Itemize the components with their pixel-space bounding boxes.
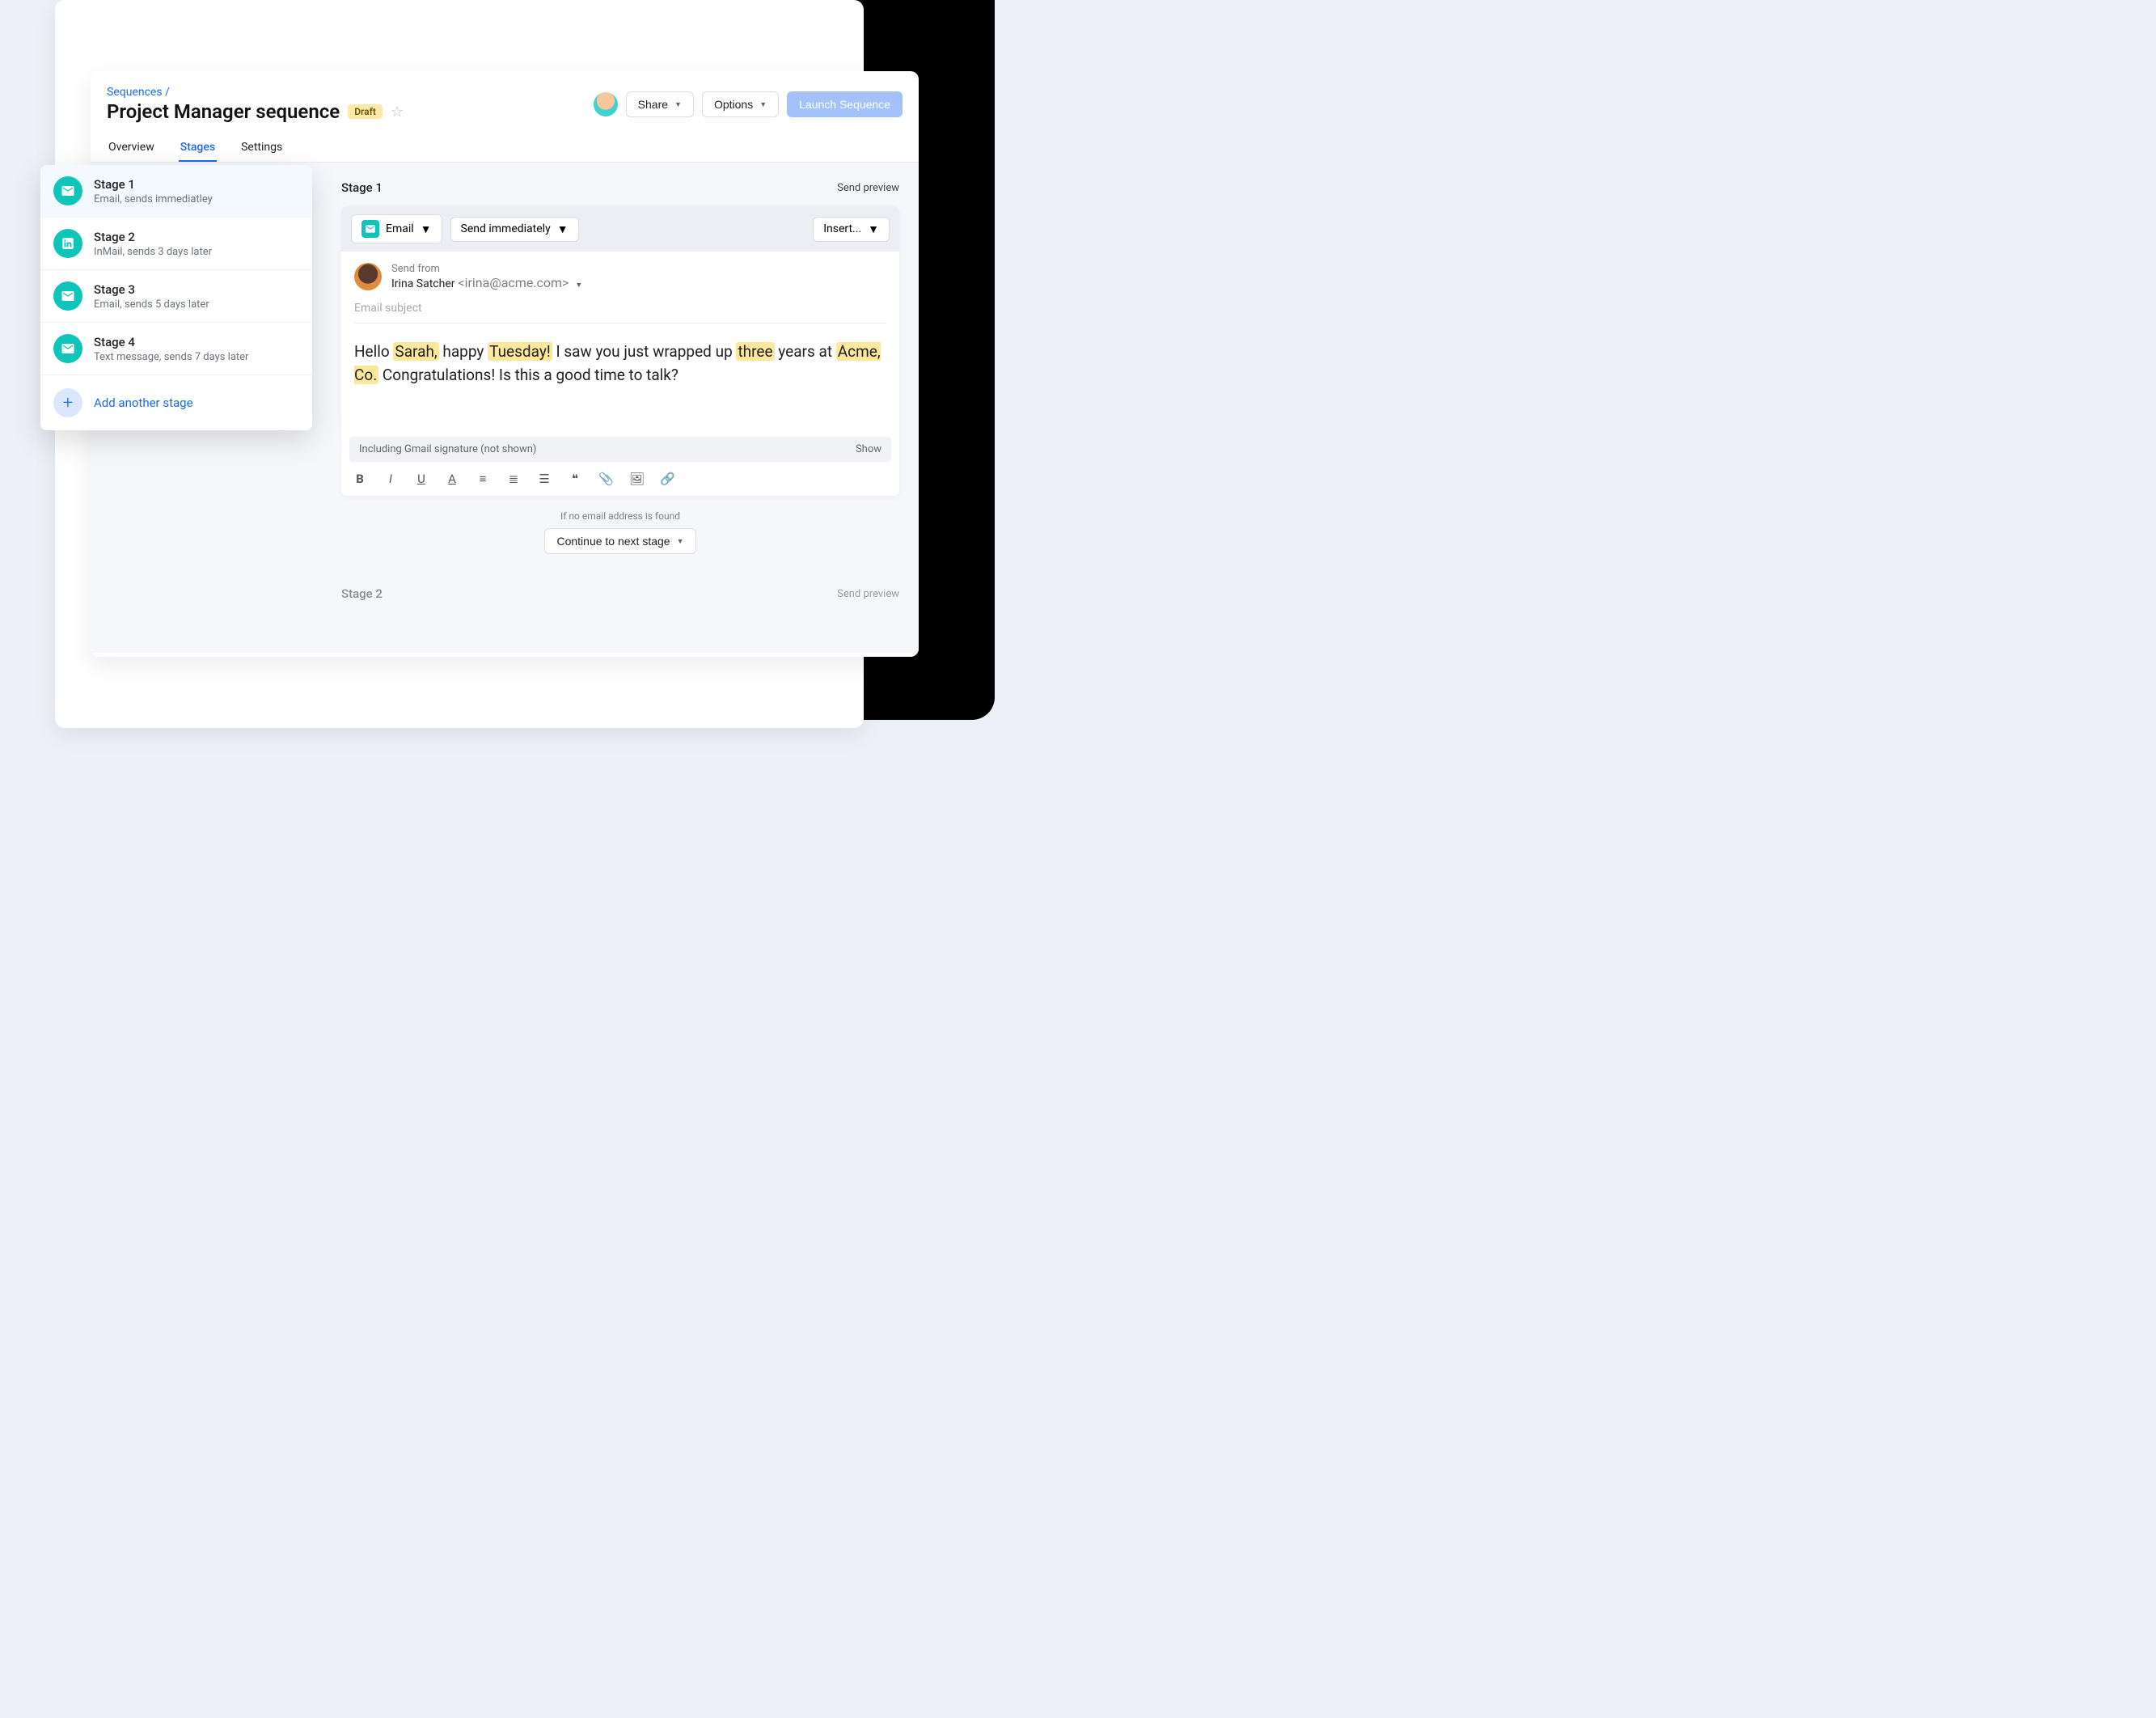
sender-email: <irina@acme.com> — [458, 275, 569, 290]
share-button[interactable]: Share▼ — [626, 91, 694, 117]
signature-row: Including Gmail signature (not shown) Sh… — [349, 437, 891, 462]
plus-icon: + — [53, 388, 82, 417]
stage-list-item[interactable]: Stage 4 Text message, sends 7 days later — [40, 323, 312, 375]
sender-name[interactable]: Irina Satcher — [391, 277, 455, 290]
bullet-list-icon[interactable]: ☰ — [537, 472, 552, 486]
stage-item-subtitle: InMail, sends 3 days later — [94, 246, 212, 258]
stage-heading: Stage 2 — [341, 586, 383, 601]
breadcrumb: Sequences / — [107, 86, 404, 99]
format-toolbar: B I U A ≡ ≣ ☰ ❝ 📎 🖼 🔗 — [341, 462, 899, 496]
numbered-list-icon[interactable]: ≣ — [506, 472, 521, 486]
status-badge: Draft — [348, 104, 383, 119]
stage-item-title: Stage 1 — [94, 177, 213, 192]
caret-down-icon: ▼ — [421, 222, 432, 236]
mail-icon — [53, 281, 82, 311]
stage-item-title: Stage 3 — [94, 282, 209, 297]
image-icon[interactable]: 🖼 — [629, 472, 644, 486]
breadcrumb-root[interactable]: Sequences — [107, 86, 163, 99]
mail-icon — [53, 334, 82, 363]
send-from-label: Send from — [391, 263, 582, 275]
stage-list-item[interactable]: Stage 3 Email, sends 5 days later — [40, 270, 312, 323]
stage-item-subtitle: Email, sends 5 days later — [94, 298, 209, 311]
email-body-editor[interactable]: Hello Sarah, happy Tuesday! I saw you ju… — [341, 324, 899, 437]
stage-list-item[interactable]: Stage 1 Email, sends immediatley — [40, 165, 312, 218]
mail-icon — [361, 220, 379, 238]
stage-item-title: Stage 2 — [94, 230, 212, 244]
attachment-icon[interactable]: 📎 — [598, 472, 613, 486]
stage-timing-dropdown[interactable]: Send immediately ▼ — [450, 217, 579, 242]
signature-show-link[interactable]: Show — [856, 443, 881, 455]
options-button[interactable]: Options▼ — [702, 91, 779, 117]
stage-heading: Stage 1 — [341, 180, 383, 195]
caret-down-icon[interactable]: ▼ — [575, 281, 582, 290]
stage-type-dropdown[interactable]: Email ▼ — [351, 214, 442, 243]
page-title: Project Manager sequence — [107, 100, 340, 123]
fallback-action-dropdown[interactable]: Continue to next stage ▼ — [544, 528, 695, 554]
stage-list-item[interactable]: Stage 2 InMail, sends 3 days later — [40, 218, 312, 270]
insert-dropdown[interactable]: Insert... ▼ — [813, 217, 890, 242]
linkedin-icon — [53, 229, 82, 258]
caret-down-icon: ▼ — [677, 537, 684, 545]
caret-down-icon: ▼ — [674, 100, 682, 108]
quote-icon[interactable]: ❝ — [568, 472, 582, 486]
caret-down-icon: ▼ — [759, 100, 767, 108]
stage-item-subtitle: Email, sends immediatley — [94, 193, 213, 205]
align-icon[interactable]: ≡ — [476, 472, 490, 486]
header: Sequences / Project Manager sequence Dra… — [91, 71, 919, 123]
stage-item-title: Stage 4 — [94, 335, 248, 349]
tab-stages[interactable]: Stages — [179, 134, 217, 162]
tab-settings[interactable]: Settings — [239, 134, 284, 162]
mail-icon — [53, 176, 82, 205]
stage-item-subtitle: Text message, sends 7 days later — [94, 351, 248, 363]
merge-tag[interactable]: Tuesday! — [488, 342, 552, 361]
caret-down-icon: ▼ — [868, 222, 879, 236]
add-stage-label: Add another stage — [94, 396, 193, 410]
sender-avatar — [354, 263, 382, 290]
merge-tag[interactable]: Sarah, — [393, 342, 438, 361]
stages-popover: Stage 1 Email, sends immediatley Stage 2… — [40, 165, 312, 430]
breadcrumb-sep: / — [165, 86, 170, 99]
email-subject-input[interactable]: Email subject — [354, 290, 886, 324]
send-preview-link[interactable]: Send preview — [837, 588, 899, 600]
sender-row: Send from Irina Satcher <irina@acme.com>… — [341, 252, 899, 290]
editor-card: Email ▼ Send immediately ▼ Insert... ▼ — [341, 206, 899, 496]
user-avatar[interactable] — [594, 92, 618, 116]
tab-overview[interactable]: Overview — [107, 134, 156, 162]
signature-note: Including Gmail signature (not shown) — [359, 443, 536, 455]
underline-icon[interactable]: U — [414, 472, 429, 486]
caret-down-icon: ▼ — [557, 222, 569, 236]
link-icon[interactable]: 🔗 — [660, 472, 674, 486]
add-stage-button[interactable]: + Add another stage — [40, 375, 312, 430]
text-color-icon[interactable]: A — [445, 472, 459, 486]
favorite-star-icon[interactable]: ☆ — [391, 104, 404, 121]
tabs: Overview Stages Settings — [91, 123, 919, 163]
merge-tag[interactable]: three — [736, 342, 774, 361]
italic-icon[interactable]: I — [383, 472, 398, 486]
launch-sequence-button[interactable]: Launch Sequence — [787, 91, 903, 117]
fallback-label: If no email address is found — [341, 510, 899, 522]
send-preview-link[interactable]: Send preview — [837, 182, 899, 194]
bold-icon[interactable]: B — [353, 472, 367, 486]
